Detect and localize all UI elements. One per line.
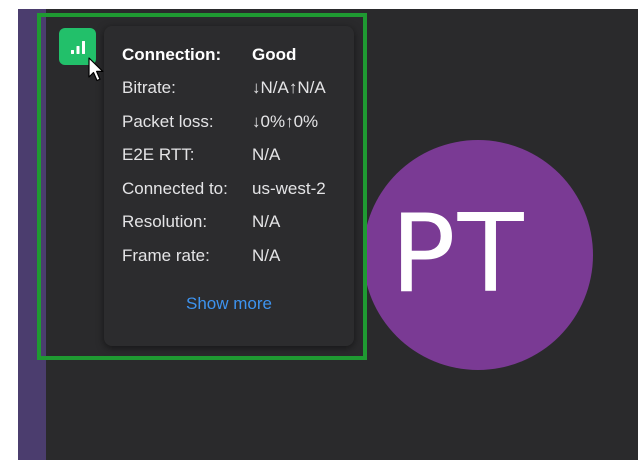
stat-resolution: Resolution: N/A [122,206,354,240]
stat-bitrate: Bitrate: ↓N/A↑N/A [122,72,354,106]
stat-value: ↓0%↑0% [252,111,319,131]
stat-value: us-west-2 [252,178,326,198]
stat-connected-to: Connected to: us-west-2 [122,172,354,206]
stat-label: E2E RTT: [122,145,195,165]
show-more-link[interactable]: Show more [104,294,354,314]
connection-stats-tooltip: Connection: Good Bitrate: ↓N/A↑N/A Packe… [104,26,354,346]
stat-value: ↓N/A↑N/A [252,78,326,98]
stat-label: Resolution: [122,212,208,232]
stat-e2e-rtt: E2E RTT: N/A [122,139,354,173]
stat-value: N/A [252,145,281,165]
stat-label: Packet loss: [122,111,214,131]
stat-packet-loss: Packet loss: ↓0%↑0% [122,105,354,139]
participant-avatar: PT [363,140,593,370]
stat-value: N/A [252,245,281,265]
stat-value: Good [252,44,297,64]
mouse-pointer-icon [88,57,104,82]
stat-label: Bitrate: [122,78,176,98]
stat-value: N/A [252,212,281,232]
stat-frame-rate: Frame rate: N/A [122,239,354,273]
signal-bars-icon [70,40,85,54]
stat-connection: Connection: Good [122,38,354,72]
stat-label: Frame rate: [122,245,210,265]
stat-label: Connection: [122,44,222,64]
stat-label: Connected to: [122,178,228,198]
